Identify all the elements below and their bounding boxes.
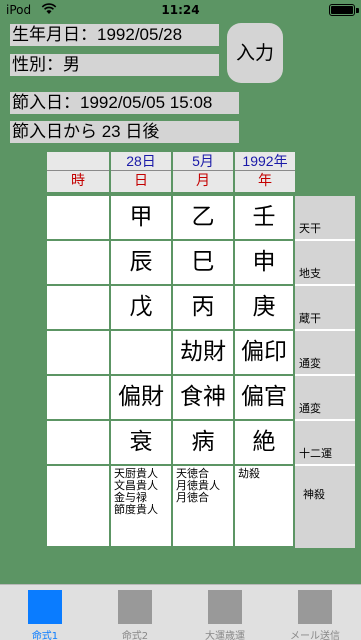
days-after-field: 節入日から 23 日後: [10, 121, 239, 143]
grid-cell: 巳: [173, 241, 235, 286]
row-label-text: 通変: [299, 357, 321, 370]
grid-cell: [111, 331, 173, 376]
battery-icon: [329, 4, 355, 16]
square-icon: [298, 590, 332, 624]
status-bar: iPod 11:24: [0, 0, 361, 20]
status-time: 11:24: [161, 3, 200, 17]
shinsatsu-cell: 劫殺: [235, 466, 295, 548]
grid-cell: 劫財: [173, 331, 235, 376]
tab-label: 大運歳運: [205, 631, 245, 640]
grid-cell: 偏官: [235, 376, 295, 421]
shinsatsu-cell: 天徳合 月徳貴人 月徳合: [173, 466, 235, 548]
battery-tip: [356, 8, 359, 13]
header-label-hour: 時: [71, 172, 85, 188]
grid-cell: 偏財: [111, 376, 173, 421]
grid-cell: [47, 376, 111, 421]
row-label: 通変: [295, 376, 355, 419]
shinsatsu-cell: 天厨貴人 文昌貴人 金与禄 節度貴人: [111, 466, 173, 548]
row-label: 通変: [295, 331, 355, 374]
grid-cell: 壬: [235, 196, 295, 241]
grid-cell: 申: [235, 241, 295, 286]
tab-meishiki-2[interactable]: 命式2: [90, 585, 180, 640]
row-label-text: 地支: [299, 267, 321, 280]
header-month-value: 5月: [173, 152, 233, 171]
grid-cell: 病: [173, 421, 235, 466]
grid-cell: [47, 421, 111, 466]
grid-cell: 丙: [173, 286, 235, 331]
row-label-text: 神殺: [303, 488, 325, 501]
tab-mail-send[interactable]: メール送信: [270, 585, 360, 640]
setsu-date-field: 節入日：1992/05/05 15:08: [10, 92, 239, 114]
header-day: 28日 日: [111, 152, 171, 192]
header-year: 1992年 年: [235, 152, 295, 192]
gender-field: 性別：男: [10, 54, 219, 76]
grid-cell: 偏印: [235, 331, 295, 376]
grid-cell: 庚: [235, 286, 295, 331]
header-label-month: 月: [196, 172, 210, 188]
tab-bar: 命式1 命式2 大運歳運 メール送信: [0, 584, 361, 640]
header-day-value: 28日: [111, 152, 171, 171]
header-year-value: 1992年: [235, 152, 295, 171]
grid-cell: [47, 286, 111, 331]
grid-cell: 絶: [235, 421, 295, 466]
birth-date-field: 生年月日：1992/05/28: [10, 24, 219, 46]
grid-cell: 辰: [111, 241, 173, 286]
tab-taiun-saiun[interactable]: 大運歳運: [180, 585, 270, 640]
row-label: 天干: [295, 196, 355, 239]
row-label-text: 通変: [299, 402, 321, 415]
header-top-empty: [47, 152, 109, 171]
row-label-text: 天干: [299, 222, 321, 235]
grid-cell: 衰: [111, 421, 173, 466]
header-label-year: 年: [258, 172, 272, 188]
row-label: 神殺: [295, 466, 355, 548]
header-hour: 時: [47, 152, 109, 192]
row-label-text: 蔵干: [299, 312, 321, 325]
square-icon: [208, 590, 242, 624]
tab-meishiki-1[interactable]: 命式1: [0, 585, 90, 640]
grid-cell: [47, 196, 111, 241]
grid-cell: [47, 241, 111, 286]
row-label: 十二運: [295, 421, 355, 464]
shinsatsu-cell: [47, 466, 111, 548]
tab-label: 命式2: [121, 631, 149, 640]
grid-cell: [47, 331, 111, 376]
header-label-day: 日: [134, 172, 148, 188]
input-button[interactable]: 入力: [227, 23, 283, 83]
grid-cell: 甲: [111, 196, 173, 241]
header-month: 5月 月: [173, 152, 233, 192]
grid-cell: 乙: [173, 196, 235, 241]
square-icon: [28, 590, 62, 624]
row-label: 蔵干: [295, 286, 355, 329]
row-label-text: 十二運: [299, 447, 332, 460]
grid-cell: 食神: [173, 376, 235, 421]
square-icon: [118, 590, 152, 624]
grid-cell: 戊: [111, 286, 173, 331]
tab-label: メール送信: [290, 631, 340, 640]
row-label: 地支: [295, 241, 355, 284]
tab-label: 命式1: [31, 631, 59, 640]
